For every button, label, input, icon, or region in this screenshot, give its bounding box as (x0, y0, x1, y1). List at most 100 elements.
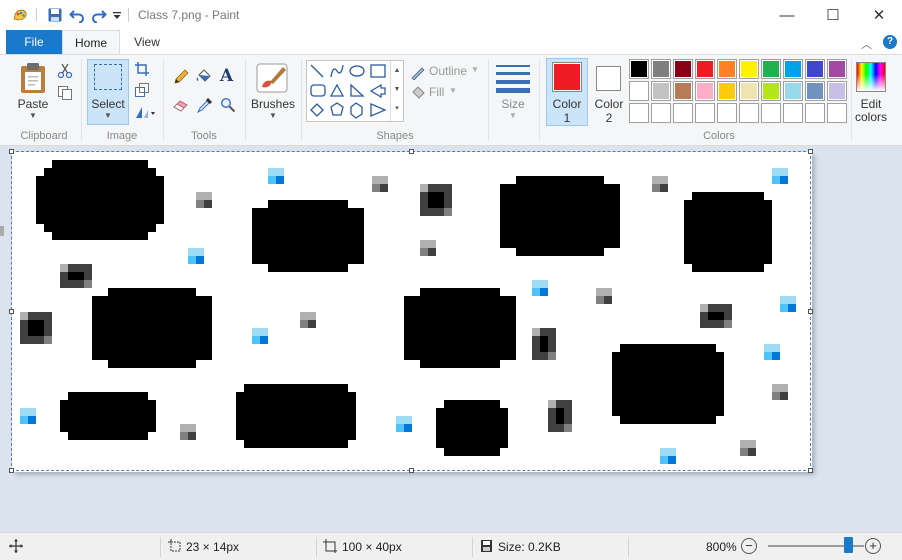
resize-handle-right[interactable] (808, 309, 813, 314)
resize-handle-top[interactable] (409, 149, 414, 154)
outline-dropdown-icon[interactable]: ▼ (471, 65, 479, 74)
edit-colors-icon[interactable] (856, 62, 886, 92)
color2-swatch[interactable] (596, 66, 621, 91)
brushes-button[interactable]: Brushes (248, 97, 298, 111)
palette-color-swatch[interactable] (695, 59, 715, 79)
brushes-dropdown-icon[interactable]: ▼ (248, 111, 298, 120)
resize-handle-bottom-left[interactable] (9, 468, 14, 473)
palette-color-swatch[interactable] (651, 81, 671, 101)
palette-color-swatch[interactable] (739, 103, 759, 123)
palette-color-swatch[interactable] (673, 103, 693, 123)
palette-color-swatch[interactable] (717, 81, 737, 101)
palette-color-swatch[interactable] (783, 103, 803, 123)
zoom-slider-thumb[interactable] (843, 537, 853, 553)
dark-pixel-cluster (548, 352, 556, 360)
outline-button[interactable]: Outline (429, 64, 467, 78)
text-tool-icon[interactable]: A (220, 66, 233, 86)
zoom-out-button[interactable]: − (741, 538, 757, 554)
tab-file[interactable]: File (6, 30, 62, 54)
palette-color-swatch[interactable] (805, 59, 825, 79)
paint-app-icon[interactable] (12, 7, 28, 23)
size-dropdown-icon[interactable]: ▼ (492, 111, 534, 120)
blob-pixel-row (500, 216, 620, 224)
maximize-button[interactable]: ☐ (810, 0, 856, 30)
shapes-scroll[interactable]: ▲ ▼ ▾ (390, 61, 403, 121)
minimize-button[interactable]: — (764, 0, 810, 30)
pencil-icon[interactable] (173, 69, 189, 85)
paste-dropdown-icon[interactable]: ▼ (14, 111, 52, 120)
palette-color-swatch[interactable] (629, 59, 649, 79)
palette-color-swatch[interactable] (695, 81, 715, 101)
fill-dropdown-icon[interactable]: ▼ (449, 86, 457, 95)
blob-pixel-row (236, 416, 356, 424)
color-picker-icon[interactable] (197, 97, 213, 113)
canvas-side-handle[interactable] (0, 226, 4, 236)
palette-color-swatch[interactable] (805, 103, 825, 123)
size-button[interactable]: Size (492, 97, 534, 111)
blob-pixel-row (60, 400, 156, 408)
gray-pixel-dot (204, 200, 212, 208)
palette-color-swatch[interactable] (673, 59, 693, 79)
save-icon[interactable] (47, 7, 63, 23)
canvas[interactable] (12, 152, 812, 472)
palette-color-swatch[interactable] (717, 103, 737, 123)
crop-icon[interactable] (134, 61, 150, 77)
fill-button[interactable]: Fill (429, 85, 444, 99)
resize-handle-bottom[interactable] (409, 468, 414, 473)
redo-icon[interactable] (91, 7, 107, 23)
paste-button[interactable]: Paste (14, 97, 52, 111)
customize-toolbar-icon[interactable] (112, 7, 122, 23)
outline-icon[interactable] (410, 64, 426, 80)
palette-color-swatch[interactable] (827, 81, 847, 101)
zoom-in-button[interactable]: + (865, 538, 881, 554)
palette-color-swatch[interactable] (651, 103, 671, 123)
palette-color-swatch[interactable] (717, 59, 737, 79)
edit-colors-label-2[interactable]: colors (850, 110, 892, 124)
palette-color-swatch[interactable] (783, 81, 803, 101)
eraser-icon[interactable] (173, 97, 189, 113)
dark-pixel-cluster (548, 400, 556, 408)
paste-icon[interactable] (18, 61, 48, 95)
undo-icon[interactable] (69, 7, 85, 23)
gray-pixel-dot (420, 248, 428, 256)
rotate-icon[interactable] (134, 104, 156, 120)
palette-color-swatch[interactable] (695, 103, 715, 123)
close-button[interactable]: ✕ (856, 0, 902, 30)
collapse-ribbon-icon[interactable]: ︿ (861, 36, 872, 52)
blob-pixel-row (436, 432, 508, 440)
help-icon[interactable]: ? (883, 35, 897, 49)
palette-color-swatch[interactable] (651, 59, 671, 79)
tab-view[interactable]: View (124, 30, 170, 54)
fill-bucket-icon[interactable] (196, 68, 212, 84)
blob-pixel-row (500, 240, 620, 248)
cut-icon[interactable] (57, 63, 73, 79)
brushes-icon[interactable] (256, 61, 290, 95)
resize-handle-top-left[interactable] (9, 149, 14, 154)
select-icon (94, 64, 122, 90)
palette-color-swatch[interactable] (739, 81, 759, 101)
palette-color-swatch[interactable] (629, 81, 649, 101)
palette-color-swatch[interactable] (805, 81, 825, 101)
resize-handle-bottom-right[interactable] (808, 468, 813, 473)
palette-color-swatch[interactable] (783, 59, 803, 79)
palette-color-swatch[interactable] (629, 103, 649, 123)
copy-icon[interactable] (57, 85, 73, 101)
select-dropdown-icon[interactable]: ▼ (87, 111, 129, 120)
tab-home[interactable]: Home (62, 30, 120, 55)
blob-pixel-row (252, 232, 364, 240)
resize-handle-left[interactable] (9, 309, 14, 314)
shapes-gallery-icons[interactable] (309, 63, 389, 119)
resize-handle-top-right[interactable] (808, 149, 813, 154)
palette-color-swatch[interactable] (761, 81, 781, 101)
magnifier-icon[interactable] (220, 97, 236, 113)
palette-color-swatch[interactable] (673, 81, 693, 101)
resize-icon[interactable] (134, 82, 150, 98)
palette-color-swatch[interactable] (761, 103, 781, 123)
edit-colors-label-1[interactable]: Edit (850, 97, 892, 111)
size-icon[interactable] (496, 63, 530, 93)
palette-color-swatch[interactable] (827, 59, 847, 79)
palette-color-swatch[interactable] (739, 59, 759, 79)
palette-color-swatch[interactable] (827, 103, 847, 123)
palette-color-swatch[interactable] (761, 59, 781, 79)
fill-icon[interactable] (410, 84, 426, 100)
